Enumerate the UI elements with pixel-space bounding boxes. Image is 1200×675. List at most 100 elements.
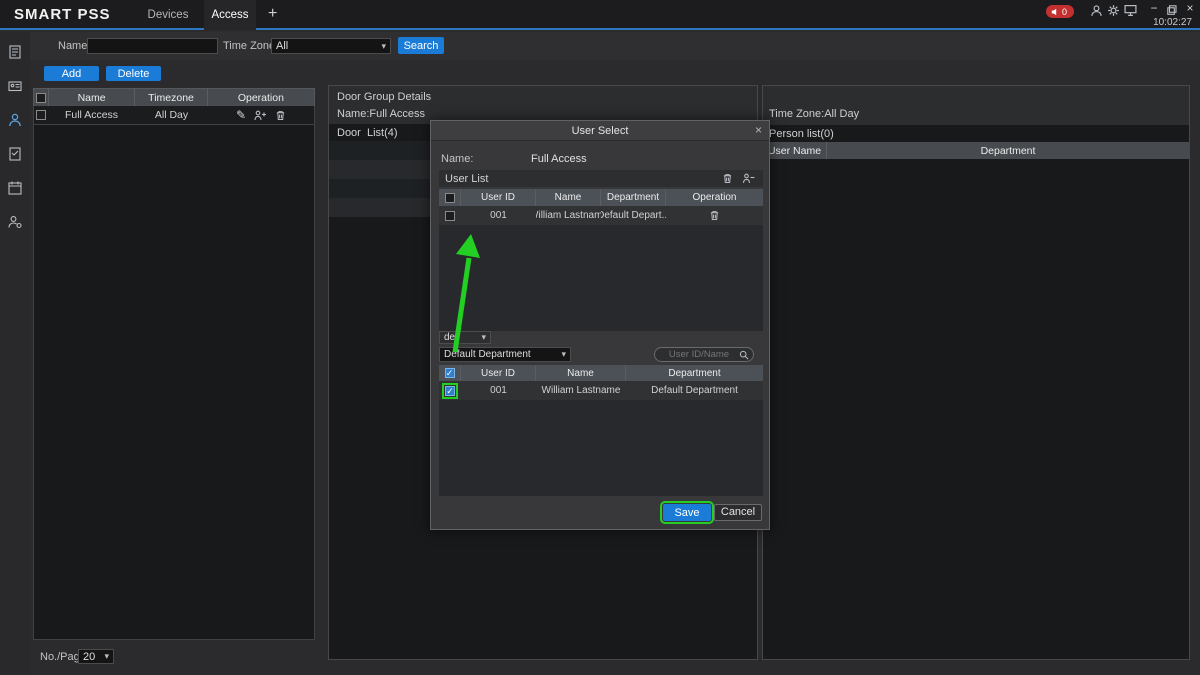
door-group-name-line: Name:Full Access — [337, 108, 425, 120]
sidebar-doc-check-icon[interactable] — [7, 146, 23, 162]
col-department: Department — [601, 189, 666, 206]
edit-pencil-icon[interactable]: ✎ — [236, 108, 246, 122]
mode-value: de — [444, 332, 455, 343]
dialog-name-label: Name: — [441, 153, 473, 165]
table-row[interactable]: Full Access All Day ✎ — [33, 106, 315, 125]
cancel-button[interactable]: Cancel — [714, 504, 762, 521]
settings-gear-icon[interactable] — [1107, 4, 1120, 17]
row-checkbox[interactable]: ✓ — [445, 386, 455, 396]
delete-trash-icon[interactable] — [275, 110, 286, 121]
check-icon: ✓ — [446, 386, 454, 396]
name-filter-input[interactable] — [87, 38, 218, 54]
speaker-icon — [1051, 8, 1059, 16]
chevron-down-icon: ▾ — [561, 350, 566, 359]
col-operation: Operation — [208, 89, 314, 106]
col-user-id: User ID — [461, 365, 536, 381]
door-group-details-title: Door Group Details — [337, 91, 431, 103]
row-operations — [666, 206, 763, 225]
user-account-icon[interactable] — [1090, 4, 1103, 17]
available-table-body — [439, 400, 763, 496]
door-group-table-body — [33, 125, 315, 640]
user-list-bar: User List — [439, 170, 763, 187]
minimize-button[interactable]: − — [1146, 2, 1162, 16]
delete-trash-icon[interactable] — [709, 210, 720, 221]
row-name: William Lastname — [536, 206, 601, 225]
add-person-icon[interactable] — [254, 110, 267, 121]
tab-access[interactable]: Access — [204, 0, 256, 30]
row-name: William Lastname — [536, 381, 626, 400]
department-value: Default Department — [444, 349, 531, 360]
row-operations: ✎ — [208, 106, 314, 124]
close-button[interactable]: × — [1182, 2, 1198, 16]
col-user-name: User Name — [763, 142, 827, 159]
selected-table-body — [439, 225, 763, 331]
person-list-header: Person list(0) — [763, 125, 1189, 142]
query-toolbar: Name: Time Zone: All ▾ Search — [30, 32, 1200, 60]
row-select-cell[interactable] — [34, 106, 48, 124]
page-size-dropdown[interactable]: 20 ▾ — [78, 649, 114, 664]
tab-devices[interactable]: Devices — [140, 0, 196, 30]
sidebar-calendar-icon[interactable] — [7, 180, 23, 196]
timezone-filter-dropdown[interactable]: All ▾ — [271, 38, 391, 54]
delete-button[interactable]: Delete — [106, 66, 161, 81]
row-select-cell[interactable] — [439, 206, 461, 225]
row-name: Full Access — [48, 106, 135, 124]
user-select-dialog: User Select × Name: Full Access User Lis… — [430, 120, 770, 530]
search-button[interactable]: Search — [398, 37, 444, 54]
col-user-id: User ID — [461, 189, 536, 206]
door-group-table: Name Timezone Operation Full Access All … — [33, 88, 315, 640]
add-tab-icon[interactable]: + — [268, 5, 277, 23]
app-logo: SMART PSS — [14, 6, 111, 23]
restore-button[interactable] — [1164, 3, 1180, 17]
person-list-panel: Time Zone:All Day Person list(0) User Na… — [762, 85, 1190, 660]
selected-users-table: User ID Name Department Operation 001 Wi… — [439, 189, 763, 331]
col-department: Department — [626, 365, 763, 381]
table-row[interactable]: 001 William Lastname Default Depart... — [439, 206, 763, 225]
timezone-filter-label: Time Zone: — [223, 40, 278, 52]
alarm-count: 0 — [1062, 7, 1067, 17]
dialog-close-icon[interactable]: × — [755, 124, 762, 137]
selected-table-header: User ID Name Department Operation — [439, 189, 763, 206]
search-magnifier-icon — [739, 350, 749, 360]
smartpss-window: SMART PSS Devices Access + 0 − × 10:02:2… — [0, 0, 1200, 675]
sidebar-log-icon[interactable] — [7, 44, 23, 60]
select-all-cell[interactable]: ✓ — [439, 365, 461, 381]
titlebar: SMART PSS Devices Access + 0 − × 10:02:2… — [0, 0, 1200, 30]
available-users-table: ✓ User ID Name Department ✓ 001 William … — [439, 365, 763, 496]
col-timezone: Timezone — [135, 89, 207, 106]
monitor-icon[interactable] — [1124, 4, 1137, 17]
sidebar-device-icon[interactable] — [7, 78, 23, 94]
row-department: Default Depart... — [601, 206, 666, 225]
user-search-input[interactable] — [659, 348, 739, 361]
user-search-box[interactable] — [654, 347, 754, 362]
col-name: Name — [536, 365, 626, 381]
delete-all-trash-icon[interactable] — [722, 173, 733, 184]
col-name: Name — [536, 189, 601, 206]
available-select-all-checkbox[interactable]: ✓ — [445, 368, 455, 378]
row-timezone: All Day — [135, 106, 208, 124]
col-name: Name — [49, 89, 135, 106]
row-checkbox[interactable] — [445, 211, 455, 221]
row-select-cell[interactable]: ✓ — [439, 381, 461, 400]
check-icon: ✓ — [446, 368, 454, 378]
select-all-checkbox[interactable] — [36, 93, 46, 103]
name-filter-label: Name: — [58, 40, 90, 52]
select-all-cell[interactable] — [439, 189, 461, 206]
select-all-cell[interactable] — [34, 89, 49, 106]
available-table-header: ✓ User ID Name Department — [439, 365, 763, 381]
page-size-value: 20 — [83, 651, 95, 663]
sidebar-user-icon[interactable] — [7, 112, 23, 128]
department-dropdown[interactable]: Default Department ▾ — [439, 347, 571, 362]
row-checkbox[interactable] — [36, 110, 46, 120]
sidebar-user-config-icon[interactable] — [7, 214, 23, 230]
selected-select-all-checkbox[interactable] — [445, 193, 455, 203]
chevron-down-icon: ▾ — [104, 652, 109, 661]
dialog-name-value: Full Access — [531, 153, 587, 165]
remove-user-icon[interactable] — [742, 173, 755, 184]
save-button[interactable]: Save — [663, 504, 711, 521]
alarm-badge[interactable]: 0 — [1046, 5, 1074, 18]
row-user-id: 001 — [461, 206, 536, 225]
table-row[interactable]: ✓ 001 William Lastname Default Departmen… — [439, 381, 763, 400]
add-button[interactable]: Add — [44, 66, 99, 81]
mode-dropdown[interactable]: de ▾ — [439, 331, 491, 344]
